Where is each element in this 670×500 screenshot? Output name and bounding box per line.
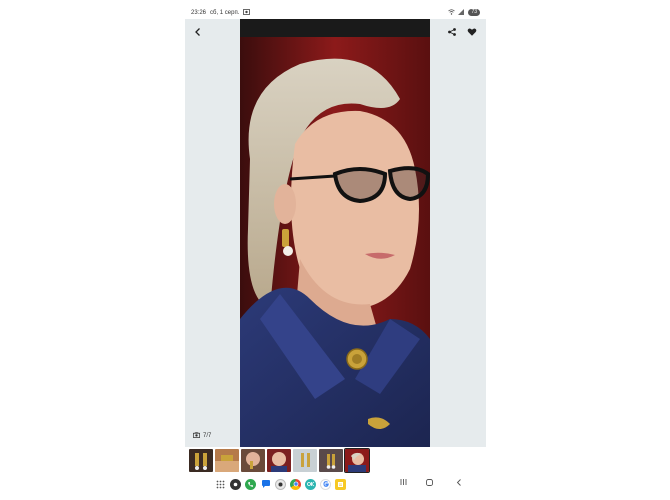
viewer-top-bar	[185, 19, 486, 45]
wifi-icon	[448, 8, 456, 17]
thumbnail-strip	[189, 447, 370, 473]
thumbnail-selected[interactable]	[344, 447, 370, 473]
camera-icon	[192, 432, 201, 440]
status-time: 23:26	[191, 9, 207, 16]
home-button[interactable]	[425, 478, 434, 489]
recorder-app-icon[interactable]	[275, 478, 286, 490]
messages-app-icon[interactable]	[260, 479, 271, 490]
battery-indicator: 73	[468, 9, 480, 16]
chrome-app-icon[interactable]	[290, 478, 301, 490]
main-photo[interactable]	[240, 19, 430, 447]
status-bar: 23:26 сб, 1 серп. 73	[185, 6, 486, 19]
google-app-icon[interactable]	[320, 478, 331, 490]
android-nav-bar	[185, 474, 486, 494]
thumbnail[interactable]	[293, 448, 317, 472]
app-grid-icon[interactable]	[215, 479, 226, 490]
thumbnail[interactable]	[215, 448, 239, 472]
back-button[interactable]	[455, 478, 463, 489]
thumbnail[interactable]	[189, 448, 213, 472]
camera-app-icon[interactable]	[230, 478, 241, 490]
share-icon[interactable]	[443, 23, 461, 41]
screenshot-icon	[243, 8, 251, 17]
phone-screen: 23:26 сб, 1 серп. 73 7/7	[185, 6, 486, 495]
thumbnail[interactable]	[267, 448, 291, 472]
thumbnail[interactable]	[241, 448, 265, 472]
heart-icon[interactable]	[463, 23, 481, 41]
signal-icon	[458, 8, 465, 17]
counter-text: 7/7	[203, 433, 212, 439]
image-viewer: 7/7	[185, 19, 486, 447]
back-arrow-icon[interactable]	[189, 23, 207, 41]
phone-app-icon[interactable]	[245, 478, 256, 490]
image-counter: 7/7	[192, 432, 212, 440]
thumbnail[interactable]	[319, 448, 343, 472]
recents-button[interactable]	[399, 478, 408, 488]
notes-app-icon[interactable]	[335, 478, 346, 490]
status-date: сб, 1 серп.	[210, 9, 240, 16]
ok-app-icon[interactable]	[305, 478, 316, 490]
